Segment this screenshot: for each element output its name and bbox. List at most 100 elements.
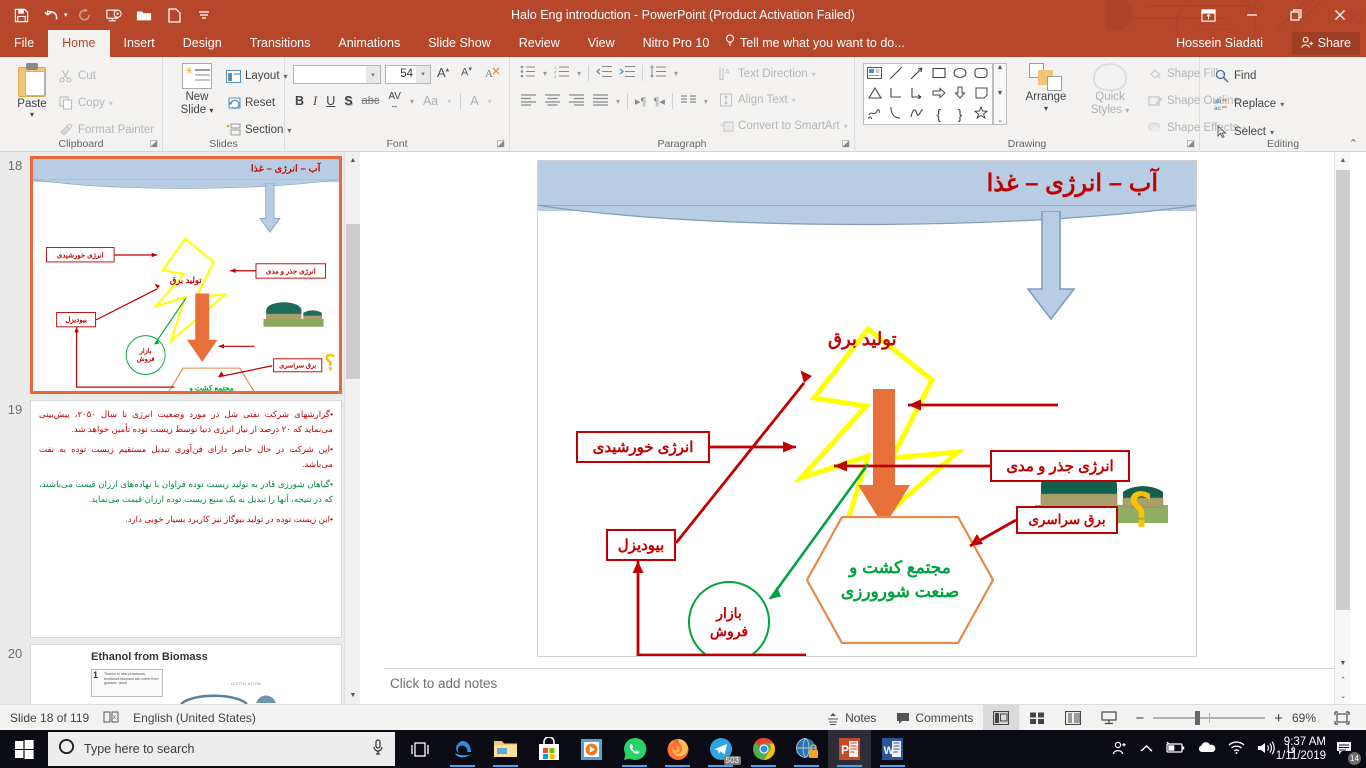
- start-button-icon[interactable]: [0, 730, 48, 768]
- cut-button[interactable]: Cut: [58, 65, 154, 87]
- chrome-icon[interactable]: [742, 730, 785, 768]
- shapes-scroll-up-icon[interactable]: ▲: [997, 64, 1004, 71]
- bullets-dropdown-icon[interactable]: ▾: [543, 69, 547, 78]
- thumbnail-slide-20[interactable]: Ethanol from Biomass Thanks to new proce…: [30, 644, 342, 704]
- layout-button[interactable]: Layout ▾: [225, 65, 291, 87]
- slide-thumbnail-pane[interactable]: 18 آب – انرژی – غذا انرژی خورشیدی انرژی …: [0, 152, 360, 704]
- show-hidden-icons-icon[interactable]: [1140, 742, 1153, 757]
- collapse-ribbon-icon[interactable]: ⌃: [1349, 137, 1358, 150]
- onedrive-icon[interactable]: [1197, 741, 1216, 757]
- shape-rectangle-icon[interactable]: [932, 67, 946, 82]
- shape-textbox-icon[interactable]: [867, 66, 883, 82]
- font-name-dropdown-icon[interactable]: ▾: [366, 66, 380, 83]
- paste-button[interactable]: Paste ▾: [8, 63, 56, 119]
- scroll-up-icon[interactable]: ▲: [1335, 152, 1351, 169]
- find-button[interactable]: Find: [1214, 65, 1284, 87]
- shape-arrow-icon[interactable]: [910, 66, 924, 83]
- normal-view-icon[interactable]: [983, 705, 1020, 731]
- slideshow-view-icon[interactable]: [1091, 705, 1127, 731]
- font-name-input[interactable]: ▾: [293, 65, 381, 84]
- notes-toggle-button[interactable]: Notes: [816, 705, 886, 731]
- align-center-button[interactable]: [544, 93, 561, 109]
- notes-placeholder[interactable]: Click to add notes: [390, 676, 497, 691]
- zoom-in-button[interactable]: +: [1274, 710, 1283, 727]
- wifi-icon[interactable]: [1228, 741, 1245, 757]
- word-icon[interactable]: W: [871, 730, 914, 768]
- window-controls[interactable]: [1186, 0, 1362, 30]
- font-dialog-launcher[interactable]: ◪: [496, 138, 505, 149]
- tell-me-search[interactable]: Tell me what you want to do...: [725, 30, 905, 57]
- scroll-thumb[interactable]: [1336, 170, 1350, 610]
- shape-left-brace-icon[interactable]: {: [936, 106, 941, 122]
- line-spacing-button[interactable]: [650, 65, 667, 81]
- font-color-dropdown-icon[interactable]: ▾: [488, 97, 492, 106]
- tab-design[interactable]: Design: [169, 30, 236, 57]
- close-icon[interactable]: [1318, 0, 1362, 30]
- character-spacing-button[interactable]: AV ↔: [388, 92, 401, 111]
- microsoft-store-icon[interactable]: [527, 730, 570, 768]
- shapes-gallery[interactable]: { }: [863, 63, 993, 125]
- media-player-icon[interactable]: [570, 730, 613, 768]
- copy-dropdown-icon[interactable]: ▾: [109, 99, 113, 108]
- reset-button[interactable]: Reset: [225, 92, 291, 114]
- people-icon[interactable]: [1112, 740, 1128, 759]
- restore-icon[interactable]: [1274, 0, 1318, 30]
- next-slide-icon[interactable]: ⌄: [1335, 687, 1351, 704]
- bold-button[interactable]: B: [295, 94, 304, 108]
- thumbnail-scroll-thumb[interactable]: [346, 224, 360, 379]
- columns-button[interactable]: [680, 93, 697, 109]
- shape-right-arrow-icon[interactable]: [932, 86, 946, 102]
- zoom-slider-handle[interactable]: [1195, 711, 1201, 725]
- line-spacing-dropdown-icon[interactable]: ▾: [674, 69, 678, 78]
- align-text-button[interactable]: Align Text ▾: [718, 89, 848, 111]
- decrease-font-size-button[interactable]: A▾: [461, 65, 472, 79]
- replace-dropdown-icon[interactable]: ▾: [1280, 100, 1284, 109]
- drawing-dialog-launcher[interactable]: ◪: [1186, 138, 1195, 149]
- align-right-button[interactable]: [568, 93, 585, 109]
- tab-transitions[interactable]: Transitions: [236, 30, 325, 57]
- shape-line-icon[interactable]: [889, 66, 903, 83]
- account-name[interactable]: Hossein Siadati: [1176, 30, 1263, 57]
- bullets-button[interactable]: [520, 65, 536, 81]
- proofing-icon[interactable]: x: [103, 710, 119, 727]
- thumbnail-row-20[interactable]: 20 Ethanol from Biomass Thanks to new pr…: [0, 644, 360, 704]
- new-slide-button[interactable]: ✳ New Slide ▾: [171, 63, 223, 117]
- tab-review[interactable]: Review: [505, 30, 574, 57]
- shape-elbow-connector-icon[interactable]: [889, 87, 903, 102]
- smartart-dropdown-icon[interactable]: ▾: [844, 122, 848, 131]
- italic-button[interactable]: I: [313, 94, 317, 109]
- zoom-percentage[interactable]: 69%: [1292, 711, 1316, 725]
- thumbnail-slide-19[interactable]: •گزارشهای شرکت نفتی شل در مورد وضعیت انر…: [30, 400, 342, 638]
- character-spacing-dropdown-icon[interactable]: ▾: [410, 97, 414, 106]
- text-shadow-button[interactable]: S: [344, 94, 352, 108]
- zoom-out-button[interactable]: −: [1135, 710, 1144, 727]
- thumbnail-row-19[interactable]: 19 •گزارشهای شرکت نفتی شل در مورد وضعیت …: [0, 400, 360, 638]
- paragraph-dialog-launcher[interactable]: ◪: [841, 138, 850, 149]
- justify-button[interactable]: [592, 93, 609, 109]
- align-left-button[interactable]: [520, 93, 537, 109]
- font-size-dropdown-icon[interactable]: ▾: [416, 66, 430, 83]
- change-case-dropdown-icon[interactable]: ▾: [447, 97, 451, 106]
- arrange-button[interactable]: Arrange ▾: [1015, 63, 1077, 113]
- shape-curve-icon[interactable]: [910, 106, 924, 122]
- scroll-down-icon[interactable]: ▼: [1335, 655, 1351, 672]
- clipboard-dialog-launcher[interactable]: ◪: [149, 138, 158, 149]
- shape-oval-icon[interactable]: [953, 67, 967, 82]
- microphone-icon[interactable]: [371, 738, 385, 760]
- notification-center-icon[interactable]: 14: [1328, 730, 1362, 768]
- reading-view-icon[interactable]: [1055, 705, 1091, 731]
- shape-right-brace-icon[interactable]: }: [958, 106, 963, 122]
- increase-font-size-button[interactable]: A▴: [437, 65, 449, 80]
- increase-indent-button[interactable]: [619, 65, 636, 81]
- slide-vertical-scrollbar[interactable]: ▲ ▼ ⌃ ⌄: [1334, 152, 1350, 704]
- taskbar-search-box[interactable]: Type here to search: [48, 732, 395, 766]
- powerpoint-icon[interactable]: P: [828, 730, 871, 768]
- quick-styles-dropdown-icon[interactable]: ▾: [1125, 106, 1129, 115]
- tab-home[interactable]: Home: [48, 30, 110, 57]
- ltr-direction-button[interactable]: ▸¶: [635, 95, 646, 108]
- copy-button[interactable]: Copy ▾: [58, 92, 154, 114]
- tab-animations[interactable]: Animations: [324, 30, 414, 57]
- shapes-more-icon[interactable]: ⌄: [997, 116, 1003, 124]
- paste-dropdown-icon[interactable]: ▾: [8, 110, 56, 119]
- align-text-dropdown-icon[interactable]: ▾: [792, 96, 796, 105]
